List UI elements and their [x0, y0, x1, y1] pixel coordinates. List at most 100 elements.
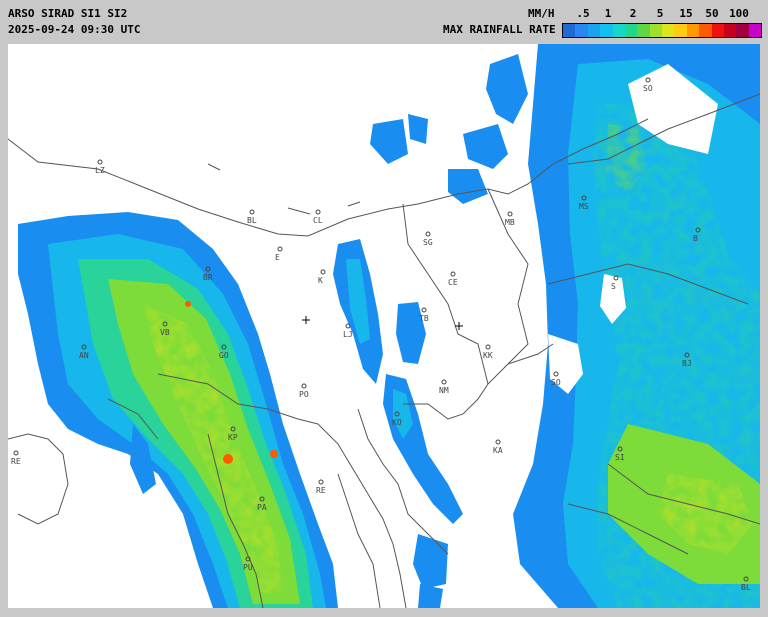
city-label: VB	[160, 328, 170, 337]
city-label: E	[275, 253, 280, 262]
city-tb: TB	[419, 307, 429, 323]
city-mb: MB	[505, 211, 515, 227]
city-dot	[277, 246, 283, 252]
city-label: PO	[299, 390, 309, 399]
map-canvas: LZ BL CL MB SG E BR K CE VB LJ TB GO AN KK NM PO KO KP KA RE…	[8, 44, 760, 608]
city-label: BR	[203, 273, 213, 282]
precip-east	[513, 44, 760, 608]
city-dot	[485, 344, 491, 350]
city-dot	[495, 439, 501, 445]
scale-swatch	[748, 24, 761, 37]
city-k: K	[318, 269, 326, 285]
city-label: LJ	[343, 330, 353, 339]
timestamp: 2025-09-24 09:30 UTC	[8, 23, 141, 36]
city-label: B	[693, 234, 698, 243]
city-label: SG	[423, 238, 433, 247]
legend-tick: 1	[604, 7, 612, 20]
city-dot	[320, 269, 326, 275]
scale-unit: MM/H	[528, 7, 555, 20]
city-dot	[421, 307, 427, 313]
city-label: AN	[79, 351, 89, 360]
scale-swatch	[600, 24, 613, 37]
city-label: K	[318, 276, 323, 285]
legend-tick: 5	[656, 7, 664, 20]
city-dot	[13, 450, 19, 456]
city-re: RE	[11, 450, 21, 466]
city-e: E	[275, 246, 283, 262]
city-cl: CL	[313, 209, 323, 225]
city-ka: KA	[493, 439, 503, 455]
city-po: PO	[299, 383, 309, 399]
city-dot	[249, 209, 255, 215]
city-label: KA	[493, 446, 503, 455]
city-ce: CE	[448, 271, 458, 287]
city-dot	[97, 159, 103, 165]
scale-swatch	[575, 24, 588, 37]
city-dot	[301, 383, 307, 389]
city-dot	[425, 231, 431, 237]
city-dot	[345, 323, 351, 329]
color-scale	[562, 23, 762, 38]
legend-tick: .5	[576, 7, 590, 20]
scale-swatch	[612, 24, 625, 37]
city-label: S	[611, 282, 616, 291]
scale-swatch	[686, 24, 700, 37]
scale-swatch	[674, 24, 687, 37]
city-label: GO	[219, 351, 229, 360]
city-dot	[441, 379, 447, 385]
city-label: BJ	[682, 359, 692, 368]
station-name: ARSO SIRAD SI1 SI2	[8, 7, 128, 20]
city-sg: SG	[423, 231, 433, 247]
radar-frame: ARSO SIRAD SI1 SI2 2025-09-24 09:30 UTC …	[0, 0, 768, 617]
city-label: SO	[551, 378, 561, 387]
city-label: RE	[11, 457, 21, 466]
city-label: NM	[439, 386, 449, 395]
city-bl: BL	[247, 209, 257, 225]
city-label: LZ	[95, 166, 105, 175]
scale-swatch	[736, 24, 749, 37]
city-re: RE	[316, 479, 326, 495]
legend-tick: 50	[705, 7, 719, 20]
city-dot	[315, 209, 321, 215]
city-label: KO	[392, 418, 402, 427]
radar-sites	[302, 316, 463, 330]
city-kk: KK	[483, 344, 493, 360]
precip-central	[333, 54, 528, 608]
scale-title: MAX RAINFALL RATE	[443, 23, 556, 36]
city-label: SI	[615, 453, 625, 462]
scale-swatch	[587, 24, 601, 37]
legend-tick: 15	[679, 7, 693, 20]
city-lz: LZ	[95, 159, 105, 175]
city-label: BL	[247, 216, 257, 225]
city-label: KP	[228, 433, 238, 442]
city-nm: NM	[439, 379, 449, 395]
radar-map: LZ BL CL MB SG E BR K CE VB LJ TB GO AN KK NM PO KO KP KA RE…	[8, 44, 760, 608]
scale-swatch	[624, 24, 638, 37]
radar-crosshair	[302, 316, 310, 324]
scale-swatch	[649, 24, 662, 37]
city-label: BL	[741, 583, 751, 592]
legend-tick: 100	[729, 7, 749, 20]
scale-swatch	[711, 24, 724, 37]
legend-tick: 2	[629, 7, 637, 20]
city-label: TB	[419, 314, 429, 323]
city-dot	[507, 211, 513, 217]
scale-swatch	[662, 24, 675, 37]
precip-west	[18, 212, 338, 608]
city-label: KK	[483, 351, 493, 360]
scale-swatch	[699, 24, 712, 37]
city-label: MS	[579, 202, 589, 211]
scale-swatch	[637, 24, 650, 37]
city-label: PU	[243, 563, 253, 572]
city-dot	[318, 479, 324, 485]
header-bar: ARSO SIRAD SI1 SI2 2025-09-24 09:30 UTC …	[0, 0, 768, 44]
city-label: CE	[448, 278, 458, 287]
city-label: MB	[505, 218, 515, 227]
scale-swatch	[723, 24, 737, 37]
scale-swatch	[563, 24, 576, 37]
city-label: PA	[257, 503, 267, 512]
city-label: SO	[643, 84, 653, 93]
city-label: CL	[313, 216, 323, 225]
city-dot	[450, 271, 456, 277]
city-label: RE	[316, 486, 326, 495]
